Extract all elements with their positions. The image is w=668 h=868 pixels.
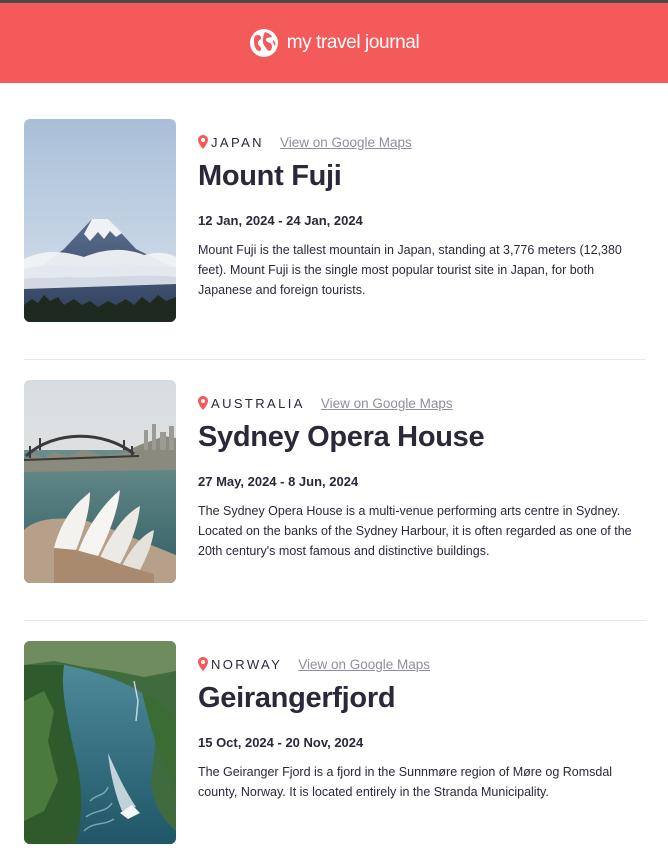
app-title: my travel journal [286,32,420,53]
location-row: NORWAY View on Google Maps [198,655,430,673]
journal-entry: NORWAY View on Google Maps Geirangerfjor… [24,641,646,844]
country-label: JAPAN [211,134,264,150]
trip-dates: 12 Jan, 2024 - 24 Jan, 2024 [198,213,363,228]
place-title: Sydney Opera House [198,421,485,453]
google-maps-link[interactable]: View on Google Maps [298,657,430,672]
entry-divider [24,620,646,621]
entry-photo-sydney-opera-house [24,380,176,583]
location-row: AUSTRALIA View on Google Maps [198,394,453,412]
place-description: The Sydney Opera House is a multi-venue … [198,504,632,558]
place-description: Mount Fuji is the tallest mountain in Ja… [198,243,622,297]
place-description: The Geiranger Fjord is a fjord in the Su… [198,765,613,799]
location-pin-icon [198,657,208,671]
place-title: Geirangerfjord [198,682,396,714]
app-header: my travel journal [0,3,668,83]
journal-entry: JAPAN View on Google Maps Mount Fuji 12 … [24,119,646,322]
country-label: AUSTRALIA [211,395,305,411]
entry-divider [24,359,646,360]
entry-photo-mount-fuji [24,119,176,322]
google-maps-link[interactable]: View on Google Maps [280,135,412,150]
location-pin-icon [198,135,208,149]
country-label: NORWAY [211,656,283,672]
location-pin-icon [198,396,208,410]
globe-icon [249,29,278,57]
journal-entry: AUSTRALIA View on Google Maps Sydney Ope… [24,380,646,583]
location-row: JAPAN View on Google Maps [198,133,412,151]
place-title: Mount Fuji [198,160,342,192]
google-maps-link[interactable]: View on Google Maps [321,396,453,411]
trip-dates: 27 May, 2024 - 8 Jun, 2024 [198,474,359,489]
trip-dates: 15 Oct, 2024 - 20 Nov, 2024 [198,735,364,750]
entry-photo-geirangerfjord [24,641,176,844]
